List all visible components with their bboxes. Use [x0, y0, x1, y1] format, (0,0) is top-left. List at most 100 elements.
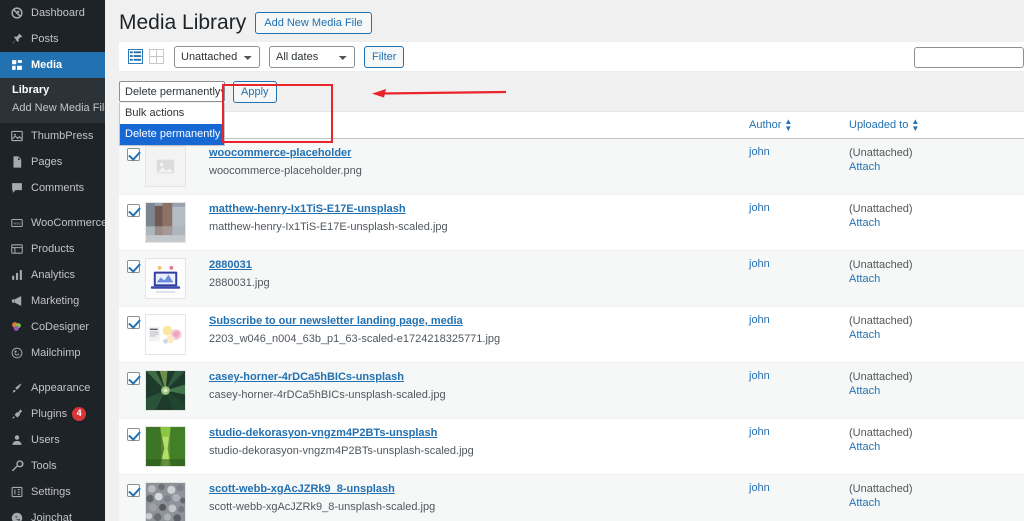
sidebar-item-users[interactable]: Users	[0, 427, 105, 453]
sidebar-item-appearance[interactable]: Appearance	[0, 375, 105, 401]
author-link[interactable]: john	[749, 314, 770, 326]
add-new-media-file-button[interactable]: Add New Media File	[255, 12, 372, 34]
author-sort-link[interactable]: Author ▲ ▼	[749, 118, 792, 133]
row-checkbox-cell[interactable]	[119, 194, 145, 251]
sidebar-item-marketing[interactable]: Marketing	[0, 288, 105, 314]
author-link[interactable]: john	[749, 146, 770, 158]
dashboard-icon	[9, 5, 25, 21]
row-checkbox[interactable]	[127, 148, 140, 161]
uploaded-to-value: (Unattached)	[849, 427, 913, 439]
file-title-link[interactable]: studio-dekorasyon-vngzm4P2BTs-unsplash	[209, 426, 749, 440]
uploaded-to-header[interactable]: Uploaded to ▲ ▼	[849, 112, 1024, 139]
row-checkbox-cell[interactable]	[119, 306, 145, 363]
bulk-actions-select[interactable]: Delete permanently ▾	[119, 81, 225, 102]
forest-burst-photo	[145, 370, 186, 411]
file-title-link[interactable]: casey-horner-4rDCa5hBICs-unsplash	[209, 370, 749, 384]
row-author-cell: john	[749, 138, 849, 195]
plugins-update-badge: 4	[72, 407, 87, 421]
apply-button[interactable]: Apply	[233, 81, 277, 103]
row-checkbox[interactable]	[127, 428, 140, 441]
sidebar-item-posts[interactable]: Posts	[0, 26, 105, 52]
sidebar-item-joinchat[interactable]: Joinchat	[0, 505, 105, 521]
row-checkbox[interactable]	[127, 260, 140, 273]
author-link[interactable]: john	[749, 202, 770, 214]
filter-button[interactable]: Filter	[364, 45, 405, 68]
sidebar-item-label: Joinchat	[31, 512, 72, 521]
row-thumbnail-cell	[145, 474, 209, 521]
table-header-row: Author ▲ ▼ Uploaded to ▲ ▼	[119, 112, 1024, 139]
attach-link[interactable]: Attach	[849, 216, 1024, 231]
file-title-link[interactable]: 2880031	[209, 258, 749, 272]
bulk-option-delete-permanently[interactable]: Delete permanently	[120, 124, 224, 145]
file-title-link[interactable]: woocommerce-placeholder	[209, 146, 749, 160]
file-title-link[interactable]: scott-webb-xgAcJZRk9_8-unsplash	[209, 482, 749, 496]
image-icon	[9, 128, 25, 144]
sidebar-item-plugins[interactable]: Plugins 4	[0, 401, 105, 427]
uploaded-to-value: (Unattached)	[849, 147, 913, 159]
uploaded-to-sort-link[interactable]: Uploaded to ▲ ▼	[849, 117, 920, 133]
attach-link[interactable]: Attach	[849, 160, 1024, 175]
row-file-cell: scott-webb-xgAcJZRk9_8-unsplash scott-we…	[209, 474, 749, 521]
sidebar-item-media[interactable]: Media	[0, 52, 105, 78]
sidebar-separator	[0, 201, 105, 210]
joinchat-icon	[9, 510, 25, 521]
uploaded-to-value: (Unattached)	[849, 315, 913, 327]
sidebar-item-label: Pages	[31, 156, 63, 168]
sidebar-item-comments[interactable]: Comments	[0, 175, 105, 201]
sidebar-item-woocommerce[interactable]: woo WooCommerce	[0, 210, 105, 236]
row-uploaded-to-cell: (Unattached) Attach	[849, 138, 1024, 195]
row-checkbox-cell[interactable]	[119, 474, 145, 521]
row-uploaded-to-cell: (Unattached) Attach	[849, 194, 1024, 251]
attach-link[interactable]: Attach	[849, 328, 1024, 343]
sidebar-item-mailchimp[interactable]: Mailchimp	[0, 340, 105, 366]
sidebar-item-products[interactable]: Products	[0, 236, 105, 262]
main-content: Media Library Add New Media File Unattac…	[105, 0, 1024, 521]
sidebar-item-settings[interactable]: Settings	[0, 479, 105, 505]
row-thumbnail-cell	[145, 306, 209, 363]
row-checkbox-cell[interactable]	[119, 418, 145, 475]
row-checkbox[interactable]	[127, 204, 140, 217]
attach-link[interactable]: Attach	[849, 440, 1024, 455]
file-title-link[interactable]: Subscribe to our newsletter landing page…	[209, 314, 749, 328]
row-checkbox-cell[interactable]	[119, 138, 145, 195]
bulk-actions-row: Delete permanently ▾ Bulk actions Delete…	[119, 81, 1024, 146]
row-uploaded-to-cell: (Unattached) Attach	[849, 362, 1024, 419]
attach-link[interactable]: Attach	[849, 496, 1024, 511]
date-filter-select[interactable]: All dates	[269, 45, 355, 68]
table-row: studio-dekorasyon-vngzm4P2BTs-unsplash s…	[119, 418, 1024, 475]
author-link[interactable]: john	[749, 482, 770, 494]
attachment-filter-select[interactable]: Unattached	[174, 45, 260, 68]
bulk-option-bulk-actions[interactable]: Bulk actions	[120, 103, 224, 124]
file-title-link[interactable]: matthew-henry-Ix1TiS-E17E-unsplash	[209, 202, 749, 216]
sidebar-item-analytics[interactable]: Analytics	[0, 262, 105, 288]
attach-link[interactable]: Attach	[849, 272, 1024, 287]
mailchimp-icon	[9, 345, 25, 361]
sidebar-item-tools[interactable]: Tools	[0, 453, 105, 479]
author-link[interactable]: john	[749, 426, 770, 438]
author-link[interactable]: john	[749, 370, 770, 382]
row-checkbox-cell[interactable]	[119, 362, 145, 419]
row-uploaded-to-cell: (Unattached) Attach	[849, 474, 1024, 521]
sidebar-item-thumbpress[interactable]: ThumbPress	[0, 123, 105, 149]
attach-link[interactable]: Attach	[849, 384, 1024, 399]
submenu-item-add-new-media-file[interactable]: Add New Media File	[0, 99, 105, 117]
row-checkbox[interactable]	[127, 316, 140, 329]
sidebar-item-codesigner[interactable]: CoDesigner	[0, 314, 105, 340]
bulk-actions-dropdown: Bulk actions Delete permanently	[119, 103, 225, 146]
search-input[interactable]	[914, 47, 1024, 68]
author-header[interactable]: Author ▲ ▼	[749, 112, 849, 139]
row-checkbox[interactable]	[127, 372, 140, 385]
row-author-cell: john	[749, 250, 849, 307]
submenu-item-library[interactable]: Library	[0, 81, 105, 99]
author-link[interactable]: john	[749, 258, 770, 270]
list-view-icon[interactable]	[127, 48, 144, 65]
sidebar-item-pages[interactable]: Pages	[0, 149, 105, 175]
media-icon	[9, 57, 25, 73]
row-checkbox-cell[interactable]	[119, 250, 145, 307]
sidebar-item-dashboard[interactable]: Dashboard	[0, 0, 105, 26]
sort-arrows-icon: ▲ ▼	[911, 117, 920, 133]
row-file-cell: studio-dekorasyon-vngzm4P2BTs-unsplash s…	[209, 418, 749, 475]
pebbles-photo	[145, 482, 186, 521]
grid-view-icon[interactable]	[148, 48, 165, 65]
row-checkbox[interactable]	[127, 484, 140, 497]
